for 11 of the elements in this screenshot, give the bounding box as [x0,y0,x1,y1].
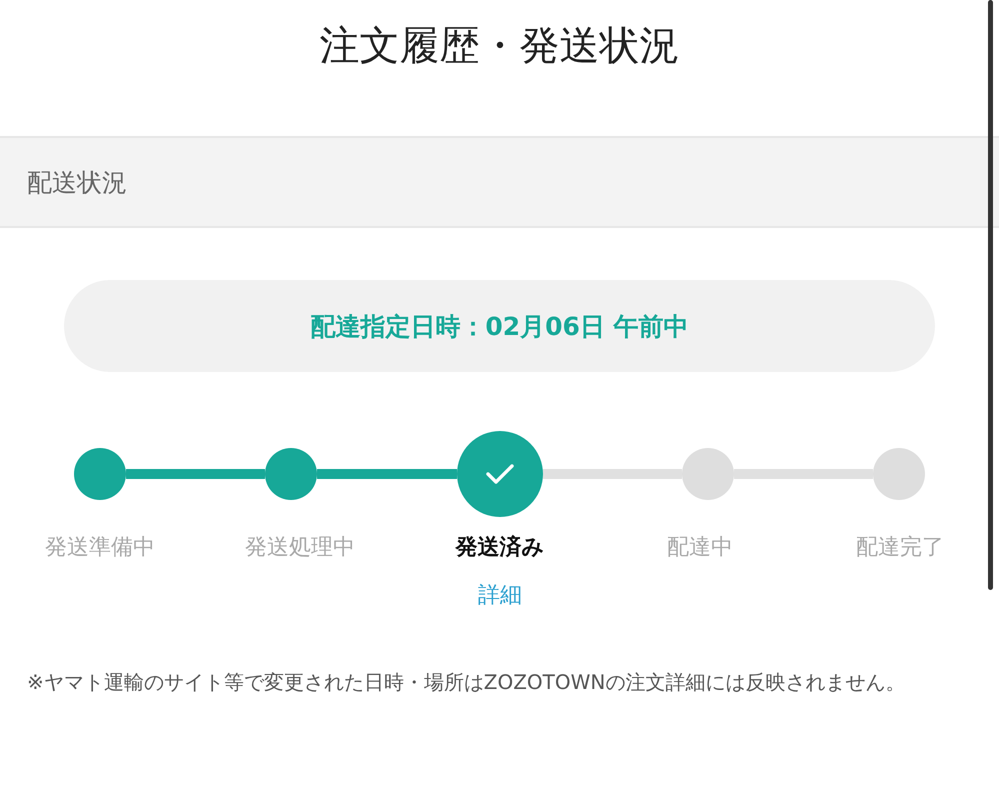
note-text: ※ヤマト運輸のサイト等で変更された日時・場所はZOZOTOWNの注文詳細には反映されません。 [27,669,906,696]
detail-link[interactable]: 詳細 [478,580,522,610]
step-label: 配達中 [667,534,733,562]
step-label: 配達完了 [856,534,944,562]
scrollbar[interactable] [988,0,993,590]
step-label: 発送処理中 [245,534,355,562]
step-label: 発送済み [456,534,544,562]
delivery-date-text: 配達指定日時：02月06日 午前中 [310,310,689,342]
step-label: 発送準備中 [45,534,155,562]
page-title: 注文履歴・発送状況 [318,22,680,71]
section-heading: 配送状況 [27,166,127,198]
